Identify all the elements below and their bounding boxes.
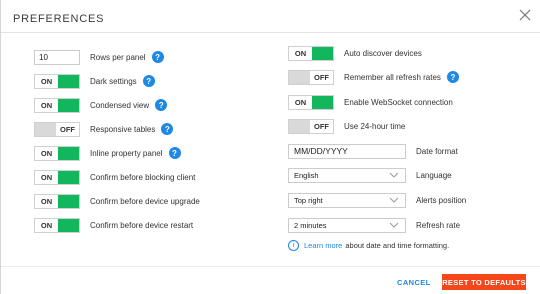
alerts-position-value: Top right — [294, 195, 323, 205]
use-24h-label: Use 24-hour time — [344, 121, 406, 131]
rows-per-panel-input[interactable]: 10 — [34, 49, 80, 65]
help-icon[interactable]: ? — [161, 123, 174, 135]
close-icon[interactable] — [518, 8, 532, 22]
toggle-state: ON — [40, 148, 53, 158]
condensed-view-row: ON Condensed view ? — [34, 97, 168, 113]
help-icon[interactable]: ? — [446, 71, 459, 83]
refresh-rate-label: Refresh rate — [416, 220, 461, 230]
toggle-on-indicator — [58, 146, 79, 160]
auto-discover-row: ON Auto discover devices — [288, 45, 422, 61]
toggle-on-indicator — [58, 74, 79, 88]
cancel-button[interactable]: CANCEL — [397, 278, 431, 287]
toggle-state: OFF — [60, 124, 75, 134]
language-value: English — [294, 170, 319, 180]
toggle-off-indicator — [289, 70, 310, 84]
confirm-restart-toggle[interactable]: ON — [34, 217, 80, 233]
responsive-tables-label: Responsive tables — [90, 124, 156, 134]
learn-more-link[interactable]: Learn more — [304, 241, 342, 250]
toggle-state: ON — [40, 220, 53, 230]
dialog-title: PREFERENCES — [13, 13, 105, 25]
alerts-position-select[interactable]: Top right — [288, 192, 406, 208]
language-select[interactable]: English — [288, 167, 406, 183]
confirm-blocking-row: ON Confirm before blocking client — [34, 169, 195, 185]
rows-per-panel-label: Rows per panel — [90, 52, 146, 62]
toggle-state: ON — [40, 76, 53, 86]
chevron-down-icon — [389, 172, 399, 178]
toggle-on-indicator — [58, 98, 79, 112]
websocket-row: ON Enable WebSocket connection — [288, 94, 453, 110]
toggle-state: ON — [294, 48, 307, 58]
confirm-restart-label: Confirm before device restart — [90, 220, 194, 230]
toggle-state: ON — [40, 100, 53, 110]
alerts-position-label: Alerts position — [416, 195, 467, 205]
condensed-view-toggle[interactable]: ON — [34, 97, 80, 113]
date-format-input[interactable]: MM/DD/YYYY — [288, 143, 406, 159]
inline-property-panel-label: Inline property panel — [90, 148, 163, 158]
toggle-off-indicator — [35, 122, 56, 136]
toggle-state: ON — [294, 97, 307, 107]
toggle-state: ON — [40, 172, 53, 182]
reset-to-defaults-button[interactable]: RESET TO DEFAULTS — [442, 274, 526, 290]
toggle-on-indicator — [312, 95, 333, 109]
language-row: English Language — [288, 167, 452, 183]
toggle-state: ON — [40, 196, 53, 206]
help-icon[interactable]: ? — [151, 51, 164, 63]
remember-refresh-label: Remember all refresh rates — [344, 72, 441, 82]
websocket-label: Enable WebSocket connection — [344, 97, 453, 107]
use-24h-row: OFF Use 24-hour time — [288, 118, 405, 134]
alerts-position-row: Top right Alerts position — [288, 192, 466, 208]
chevron-down-icon — [389, 197, 399, 203]
date-format-label: Date format — [416, 146, 458, 156]
websocket-toggle[interactable]: ON — [288, 94, 334, 110]
refresh-rate-row: 2 minutes Refresh rate — [288, 217, 460, 233]
toggle-on-indicator — [58, 194, 79, 208]
info-text: about date and time formatting. — [345, 241, 450, 250]
toggle-state: OFF — [314, 121, 329, 131]
responsive-tables-toggle[interactable]: OFF — [34, 121, 80, 137]
confirm-restart-row: ON Confirm before device restart — [34, 217, 193, 233]
help-icon[interactable]: ? — [155, 99, 168, 111]
title-separator — [1, 32, 540, 33]
auto-discover-label: Auto discover devices — [344, 48, 422, 58]
auto-discover-toggle[interactable]: ON — [288, 45, 334, 61]
toggle-on-indicator — [58, 170, 79, 184]
date-format-row: MM/DD/YYYY Date format — [288, 143, 458, 159]
chevron-down-icon — [389, 222, 399, 228]
rows-per-panel-row: 10 Rows per panel ? — [34, 49, 164, 65]
date-time-info: i Learn more about date and time formatt… — [288, 240, 449, 251]
remember-refresh-row: OFF Remember all refresh rates ? — [288, 69, 459, 85]
inline-property-panel-row: ON Inline property panel ? — [34, 145, 181, 161]
confirm-upgrade-row: ON Confirm before device upgrade — [34, 193, 200, 209]
refresh-rate-select[interactable]: 2 minutes — [288, 217, 406, 233]
help-icon[interactable]: ? — [142, 75, 155, 87]
dark-settings-label: Dark settings — [90, 76, 137, 86]
footer-separator — [1, 266, 540, 267]
preferences-dialog: PREFERENCES 10 Rows per panel ? ON Dark … — [0, 0, 540, 294]
inline-property-panel-toggle[interactable]: ON — [34, 145, 80, 161]
dark-settings-row: ON Dark settings ? — [34, 73, 155, 89]
responsive-tables-row: OFF Responsive tables ? — [34, 121, 174, 137]
use-24h-toggle[interactable]: OFF — [288, 118, 334, 134]
confirm-blocking-label: Confirm before blocking client — [90, 172, 196, 182]
toggle-on-indicator — [58, 218, 79, 232]
condensed-view-label: Condensed view — [90, 100, 150, 110]
confirm-upgrade-toggle[interactable]: ON — [34, 193, 80, 209]
toggle-on-indicator — [312, 46, 333, 60]
language-label: Language — [416, 170, 452, 180]
help-icon[interactable]: ? — [168, 147, 181, 159]
confirm-blocking-toggle[interactable]: ON — [34, 169, 80, 185]
toggle-state: OFF — [314, 72, 329, 82]
info-icon: i — [288, 240, 299, 251]
dark-settings-toggle[interactable]: ON — [34, 73, 80, 89]
toggle-off-indicator — [289, 119, 310, 133]
refresh-rate-value: 2 minutes — [294, 220, 327, 230]
remember-refresh-toggle[interactable]: OFF — [288, 69, 334, 85]
confirm-upgrade-label: Confirm before device upgrade — [90, 196, 200, 206]
